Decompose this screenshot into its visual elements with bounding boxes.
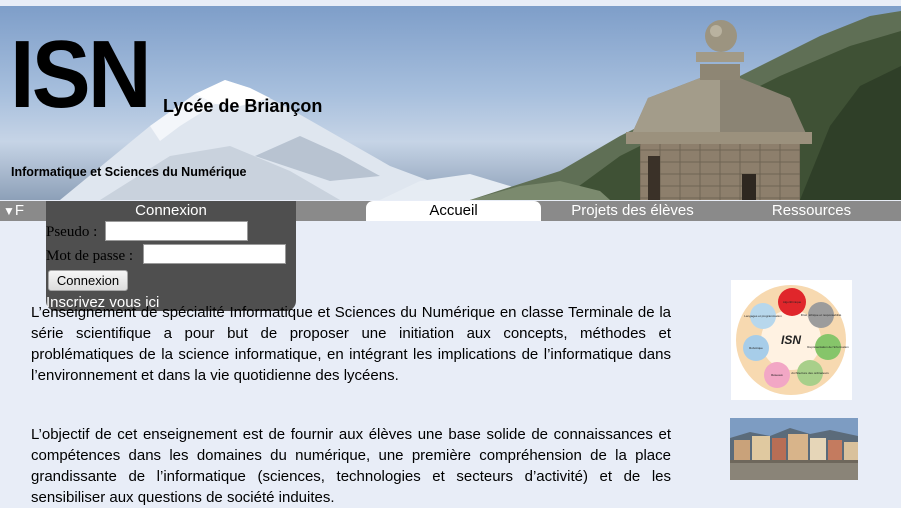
header-banner: ISN Lycée de Briançon Informatique et Sc…: [0, 6, 901, 200]
site-logo[interactable]: ISN: [10, 27, 152, 123]
tab-accueil[interactable]: Accueil: [366, 201, 541, 221]
login-panel: Connexion Pseudo : Mot de passe : Connex…: [46, 201, 296, 311]
svg-text:Robotique: Robotique: [749, 346, 763, 350]
svg-text:Réseaux: Réseaux: [771, 373, 783, 377]
nav-toggle[interactable]: ▼F: [3, 201, 24, 221]
town-photo-image: [730, 418, 858, 480]
password-input[interactable]: [143, 244, 286, 264]
intro-paragraph: L’enseignement de spécialité Informatiqu…: [31, 304, 671, 384]
nav-toggle-label: F: [14, 202, 25, 219]
svg-text:Algorithmique: Algorithmique: [783, 300, 802, 304]
svg-text:Langages et programmation: Langages et programmation: [744, 314, 782, 318]
site-subtitle: Informatique et Sciences du Numérique: [11, 165, 247, 179]
isn-diagram-center: ISN: [781, 333, 801, 347]
tab-ressources[interactable]: Ressources: [724, 201, 899, 221]
pseudo-label: Pseudo :: [46, 224, 98, 240]
triangle-down-icon: ▼: [3, 204, 15, 218]
pseudo-input[interactable]: [105, 221, 248, 241]
school-name: Lycée de Briançon: [163, 96, 323, 116]
tab-connexion[interactable]: Connexion: [46, 201, 296, 221]
svg-text:Représentation de l'informatio: Représentation de l'information: [807, 345, 849, 349]
isn-diagram-image: ISN Algorithmique Droit, éthique et resp…: [731, 280, 852, 400]
svg-text:Droit, éthique et responsabili: Droit, éthique et responsabilité: [801, 313, 842, 317]
login-submit-button[interactable]: Connexion: [48, 270, 128, 291]
objective-paragraph: L’objectif de cet enseignement est de fo…: [31, 426, 671, 506]
svg-text:Architecture des ordinateurs: Architecture des ordinateurs: [791, 371, 829, 375]
tab-projets-eleves[interactable]: Projets des élèves: [545, 201, 720, 221]
password-label: Mot de passe :: [46, 248, 134, 264]
